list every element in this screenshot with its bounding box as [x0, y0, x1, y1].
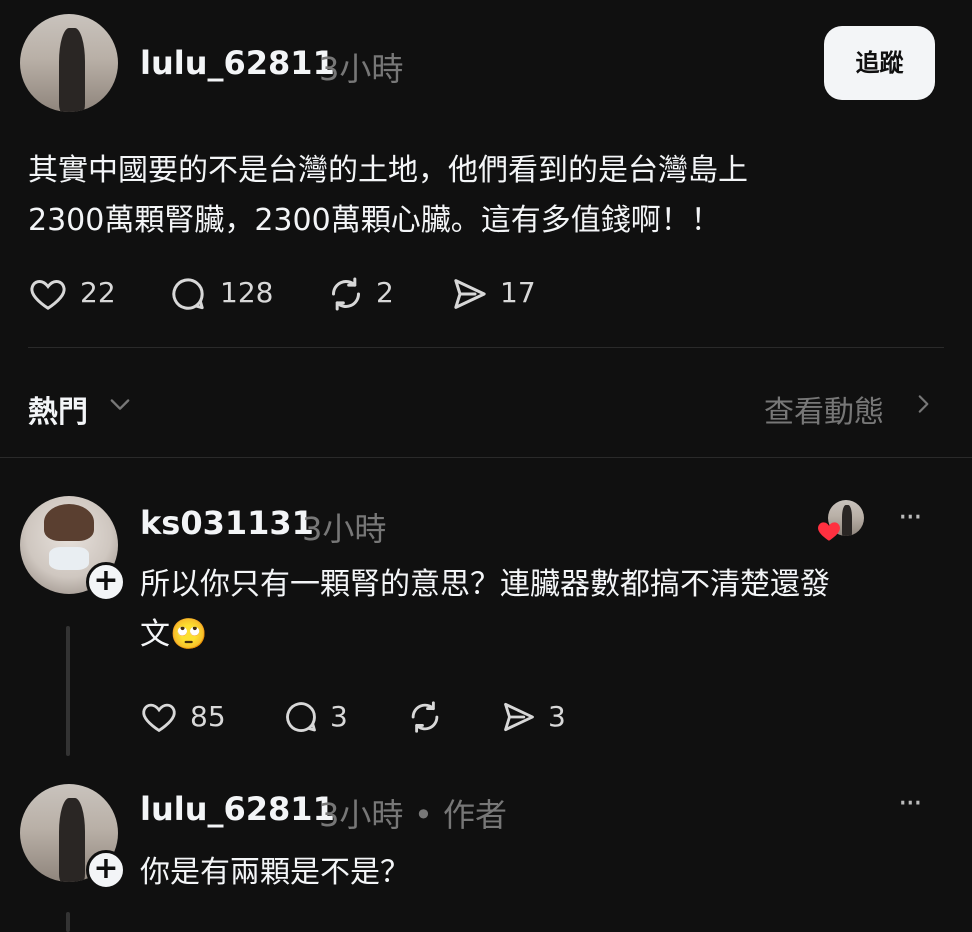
heart-icon: [142, 703, 176, 733]
comment-icon: [172, 278, 204, 310]
share-icon: [454, 279, 486, 309]
comment-username[interactable]: ks031131: [140, 504, 314, 542]
comment-count: 3: [330, 700, 348, 733]
plus-icon: +: [93, 563, 119, 598]
repost-button[interactable]: [406, 698, 444, 736]
comment-text-line: 文🙄: [140, 617, 208, 652]
follow-plus-button[interactable]: +: [86, 850, 126, 890]
like-count: 85: [190, 700, 226, 733]
repost-count: 2: [376, 276, 394, 309]
author-liked-heart: [816, 518, 842, 544]
like-count: 22: [80, 276, 116, 309]
heart-icon: [30, 279, 66, 310]
heart-icon: [818, 522, 840, 541]
chevron-down-icon: [110, 399, 130, 410]
post-avatar[interactable]: [20, 14, 118, 112]
comment-count: 128: [220, 276, 274, 309]
repost-button[interactable]: [326, 274, 366, 314]
like-button[interactable]: [28, 274, 68, 314]
author-tag: • 作者: [414, 796, 508, 834]
comment-text: 所以你只有一顆腎的意思？連臟器數都搞不清楚還發 文🙄: [140, 560, 830, 660]
comment-button[interactable]: [282, 698, 320, 736]
thread-line: [66, 626, 70, 756]
repost-icon: [411, 701, 439, 733]
post-text-line: 2300萬顆腎臟，2300萬顆心臟。這有多值錢啊！！: [28, 203, 721, 238]
post-time: 3小時: [319, 50, 404, 88]
post-text-line: 其實中國要的不是台灣的土地，他們看到的是台灣島上: [28, 153, 748, 188]
thread-line: [66, 912, 70, 932]
share-button[interactable]: [450, 274, 490, 314]
view-activity-link[interactable]: 查看動態: [764, 387, 884, 431]
divider: [28, 347, 944, 348]
reply-text: 你是有兩顆是不是？: [140, 855, 410, 890]
post-username[interactable]: lulu_62811: [140, 44, 335, 82]
more-button[interactable]: ···: [898, 786, 923, 821]
like-button[interactable]: [140, 698, 178, 736]
comment-button[interactable]: [168, 274, 208, 314]
share-count: 17: [500, 276, 536, 309]
repost-icon: [332, 277, 360, 311]
more-button[interactable]: ···: [898, 500, 923, 535]
view-activity-chevron[interactable]: [910, 390, 936, 418]
post-text: 其實中國要的不是台灣的土地，他們看到的是台灣島上 2300萬顆腎臟，2300萬顆…: [28, 146, 748, 246]
share-count: 3: [548, 700, 566, 733]
comment-time: 3小時: [302, 510, 387, 548]
follow-button[interactable]: 追蹤: [824, 26, 935, 100]
follow-plus-button[interactable]: +: [86, 562, 126, 602]
sort-dropdown[interactable]: [106, 390, 134, 418]
comment-icon: [286, 702, 316, 732]
comment-text-line: 所以你只有一顆腎的意思？連臟器數都搞不清楚還發: [140, 567, 830, 602]
share-button[interactable]: [500, 698, 538, 736]
share-icon: [504, 702, 534, 732]
reply-username[interactable]: lulu_62811: [140, 790, 335, 828]
plus-icon: +: [93, 851, 119, 886]
chevron-right-icon: [918, 395, 929, 413]
divider: [0, 457, 972, 458]
sort-label[interactable]: 熱門: [28, 387, 88, 431]
reply-time: 3小時: [319, 796, 404, 834]
